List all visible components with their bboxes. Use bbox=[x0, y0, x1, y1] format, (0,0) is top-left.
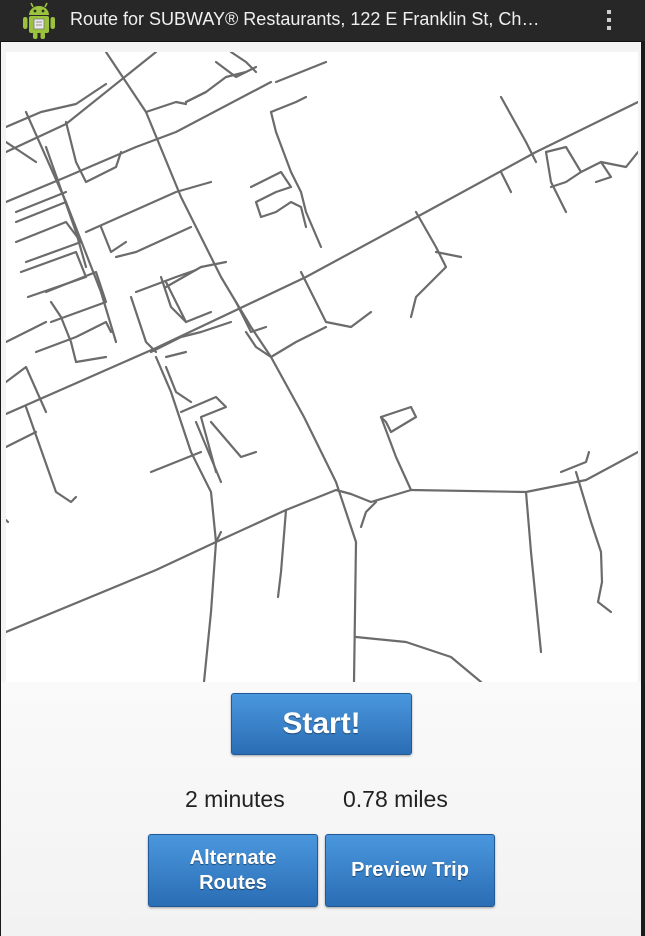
alternate-routes-label-line2: Routes bbox=[199, 871, 267, 894]
frame-border-right bbox=[641, 41, 645, 936]
road-network bbox=[6, 52, 638, 682]
route-distance: 0.78 miles bbox=[343, 786, 448, 812]
page-title: Route for SUBWAY® Restaurants, 122 E Fra… bbox=[70, 9, 540, 29]
start-button[interactable]: Start! bbox=[231, 693, 412, 755]
preview-trip-button[interactable]: Preview Trip bbox=[325, 834, 495, 907]
android-robot-icon[interactable] bbox=[20, 1, 58, 41]
alternate-routes-button[interactable]: Alternate Routes bbox=[148, 834, 318, 907]
route-map[interactable] bbox=[6, 52, 638, 682]
route-duration: 2 minutes bbox=[185, 786, 285, 812]
overflow-menu-icon[interactable] bbox=[598, 2, 620, 38]
alternate-routes-label: Alternate Routes bbox=[190, 846, 277, 896]
action-bar: Route for SUBWAY® Restaurants, 122 E Fra… bbox=[0, 0, 645, 42]
alternate-routes-label-line1: Alternate bbox=[189, 846, 277, 869]
